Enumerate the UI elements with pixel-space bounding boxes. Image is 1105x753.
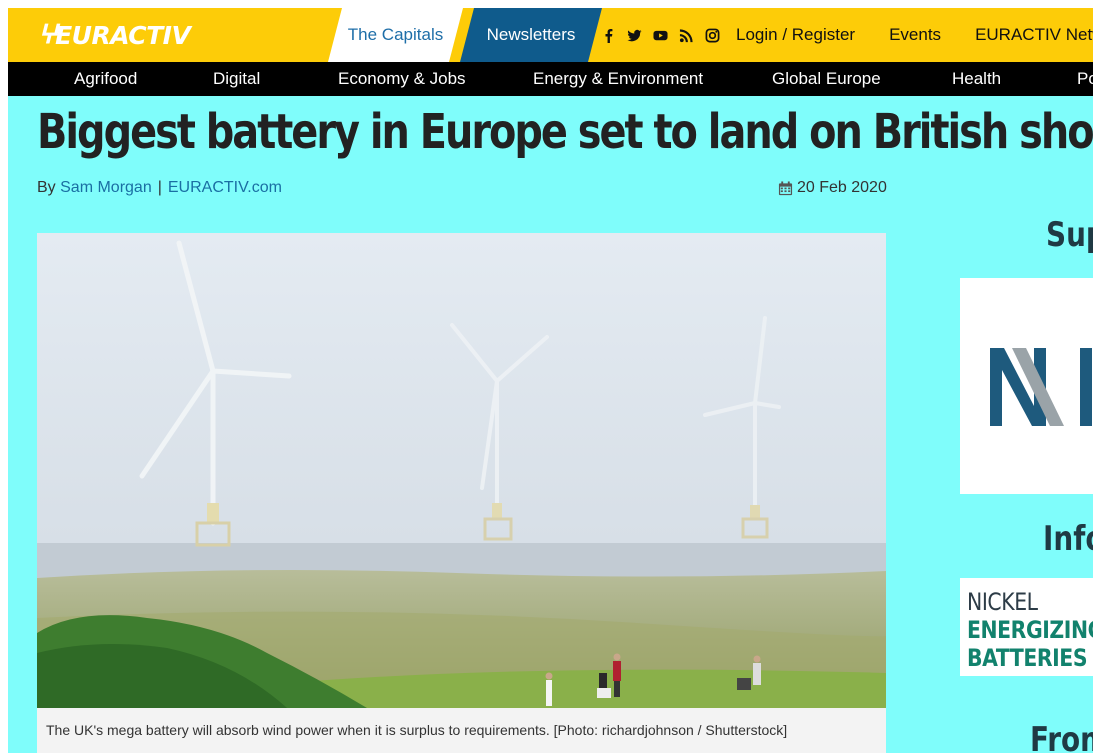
browser-viewport: ⵖ EURACTIV The Capitals Newsletters Logi… — [8, 8, 1093, 753]
facebook-icon[interactable] — [600, 27, 616, 43]
nav-agrifood[interactable]: Agrifood — [74, 62, 137, 96]
rss-icon[interactable] — [678, 27, 694, 43]
byline-separator: | — [157, 179, 162, 196]
article-headline: Biggest battery in Europe set to land on… — [37, 104, 1093, 160]
nav-energy-environment[interactable]: Energy & Environment — [533, 62, 703, 96]
byline: By Sam Morgan | EURACTIV.com — [37, 179, 282, 197]
tab-the-capitals[interactable]: The Capitals — [328, 8, 463, 62]
article-photo — [37, 233, 886, 708]
sidebar-heading-info: Info — [1043, 519, 1093, 559]
youtube-icon[interactable] — [652, 27, 668, 43]
nickel-ad-line1: NICKEL — [967, 588, 1038, 616]
sidebar-heading-support: Support — [1046, 215, 1093, 255]
nickel-ad-line3: BATTERIES — [967, 644, 1088, 672]
events-link[interactable]: Events — [889, 25, 941, 45]
nav-health[interactable]: Health — [952, 62, 1001, 96]
publish-date: 20 Feb 2020 — [778, 179, 887, 197]
nav-global-europe[interactable]: Global Europe — [772, 62, 881, 96]
euractiv-logo[interactable]: ⵖ EURACTIV — [38, 20, 191, 50]
byline-prefix: By — [37, 179, 56, 196]
sponsor-ad[interactable] — [960, 278, 1093, 494]
instagram-icon[interactable] — [704, 27, 720, 43]
social-links — [600, 8, 720, 62]
nav-digital[interactable]: Digital — [213, 62, 260, 96]
twitter-icon[interactable] — [626, 27, 642, 43]
author-link[interactable]: Sam Morgan — [60, 179, 152, 196]
nickel-ad[interactable]: NICKEL ENERGIZING BATTERIES — [960, 578, 1093, 676]
euractiv-network-link[interactable]: EURACTIV Network — [975, 25, 1093, 45]
photo-caption: The UK's mega battery will absorb wind p… — [37, 708, 886, 753]
calendar-icon — [778, 180, 793, 195]
logo-text: EURACTIV — [55, 20, 191, 50]
sidebar-heading-from: From — [1030, 720, 1093, 753]
top-bar: ⵖ EURACTIV The Capitals Newsletters Logi… — [8, 8, 1093, 62]
login-register-link[interactable]: Login / Register — [736, 25, 855, 45]
nav-economy-jobs[interactable]: Economy & Jobs — [338, 62, 466, 96]
date-text: 20 Feb 2020 — [797, 179, 887, 196]
tab-newsletters[interactable]: Newsletters — [460, 8, 602, 62]
sponsor-logo-icon — [990, 348, 1092, 426]
top-links: Login / Register Events EURACTIV Network — [736, 8, 1093, 62]
section-nav: Agrifood Digital Economy & Jobs Energy &… — [8, 62, 1093, 96]
source-link[interactable]: EURACTIV.com — [168, 179, 282, 196]
nickel-ad-line2: ENERGIZING — [967, 616, 1093, 644]
nav-politics[interactable]: Politics — [1077, 62, 1093, 96]
